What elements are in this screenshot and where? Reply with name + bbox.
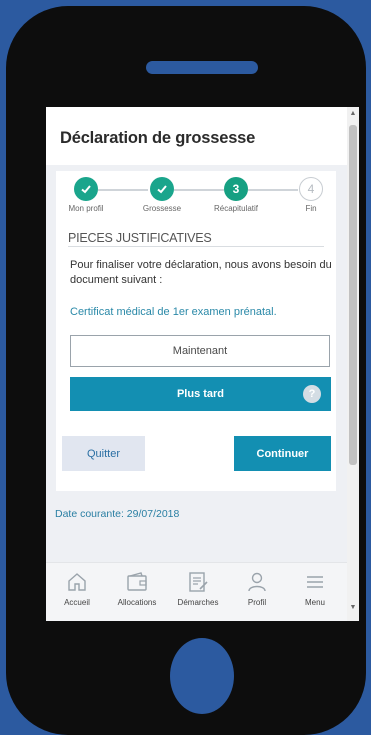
nav-item-allocations[interactable]: Allocations: [108, 563, 166, 621]
nav-label-allocations: Allocations: [117, 598, 157, 607]
step-connector: [174, 189, 224, 191]
required-document-link[interactable]: Certificat médical de 1er examen prénata…: [70, 306, 277, 318]
document-edit-icon: [189, 572, 208, 592]
continue-label: Continuer: [256, 447, 309, 460]
step-label-recapitulatif: Récapitulatif: [213, 204, 259, 213]
upload-later-button[interactable]: Plus tard ?: [70, 377, 331, 411]
bottom-navigation: Accueil Allocations Démarches Profil Men…: [46, 562, 347, 621]
step-3-current: 3: [224, 177, 248, 201]
scroll-up-arrow-icon[interactable]: ▲: [349, 109, 357, 119]
phone-speaker: [146, 61, 258, 74]
user-icon: [248, 572, 266, 592]
step-connector: [248, 189, 298, 191]
app-header: Déclaration de grossesse: [46, 107, 347, 165]
continue-button[interactable]: Continuer: [234, 436, 331, 471]
home-icon: [68, 573, 86, 591]
upload-later-label: Plus tard: [176, 388, 225, 400]
step-label-mon-profil: Mon profil: [68, 204, 104, 213]
wallet-icon: [127, 572, 147, 591]
scroll-down-arrow-icon[interactable]: ▼: [349, 603, 357, 613]
page-title: Déclaration de grossesse: [60, 129, 256, 147]
app-screen: Déclaration de grossesse 3 4 Mon profil …: [46, 107, 359, 621]
quit-button[interactable]: Quitter: [62, 436, 145, 471]
step-connector: [98, 189, 148, 191]
section-divider: [68, 246, 324, 247]
nav-item-menu[interactable]: Menu: [290, 563, 340, 621]
step-2-check-icon: [150, 177, 174, 201]
nav-item-demarches[interactable]: Démarches: [170, 563, 226, 621]
nav-label-accueil: Accueil: [64, 598, 90, 607]
section-title: PIECES JUSTIFICATIVES: [68, 231, 212, 245]
step-4-pending: 4: [299, 177, 323, 201]
nav-item-profil[interactable]: Profil: [232, 563, 282, 621]
nav-label-demarches: Démarches: [177, 598, 219, 607]
upload-now-button[interactable]: Maintenant: [70, 335, 330, 367]
step-label-grossesse: Grossesse: [142, 204, 182, 213]
menu-icon: [307, 576, 323, 588]
vertical-scrollbar[interactable]: ▲ ▼: [347, 107, 359, 621]
help-icon[interactable]: ?: [303, 385, 321, 403]
upload-now-label: Maintenant: [172, 345, 228, 357]
current-date: Date courante: 29/07/2018: [55, 508, 180, 520]
nav-item-accueil[interactable]: Accueil: [50, 563, 104, 621]
form-card: 3 4 Mon profil Grossesse Récapitulatif F…: [56, 171, 336, 491]
nav-label-menu: Menu: [304, 598, 325, 607]
step-label-fin: Fin: [305, 204, 317, 213]
scrollbar-thumb[interactable]: [349, 125, 357, 465]
phone-frame: Déclaration de grossesse 3 4 Mon profil …: [6, 6, 366, 735]
intro-text: Pour finaliser votre déclaration, nous a…: [70, 259, 332, 286]
progress-stepper: 3 4 Mon profil Grossesse Récapitulatif F…: [56, 177, 336, 213]
nav-label-profil: Profil: [247, 598, 267, 607]
step-1-check-icon: [74, 177, 98, 201]
quit-label: Quitter: [86, 447, 120, 460]
phone-home-button: [170, 638, 234, 714]
